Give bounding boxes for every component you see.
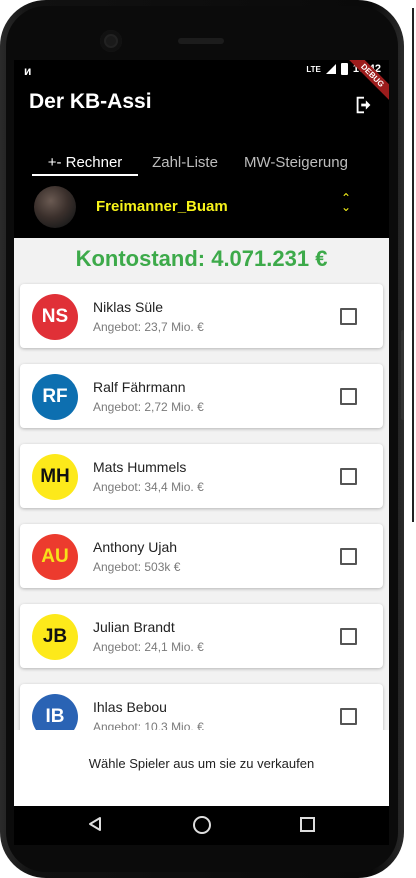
- player-name: Mats Hummels: [93, 459, 187, 475]
- battery-icon: [340, 63, 348, 75]
- player-name: Anthony Ujah: [93, 539, 178, 555]
- tab-rechner[interactable]: +- Rechner: [32, 154, 138, 171]
- player-offer: Angebot: 503k €: [93, 560, 181, 574]
- app-notification-icon: ᴎ: [24, 64, 32, 78]
- player-offer: Angebot: 24,1 Mio. €: [93, 640, 204, 654]
- sell-hint-panel: Wähle Spieler aus um sie zu verkaufen: [14, 730, 389, 806]
- system-nav-bar: [14, 806, 389, 845]
- status-bar: ᴎ LTE 10:42 DEBUG: [14, 60, 389, 111]
- divider-line: [412, 8, 414, 522]
- camera-icon: [100, 30, 122, 52]
- sell-hint-text: Wähle Spieler aus um sie zu verkaufen: [88, 756, 315, 771]
- player-name: Ralf Fährmann: [93, 379, 186, 395]
- account-balance: Kontostand: 4.071.231 €: [75, 246, 328, 271]
- player-card[interactable]: NS Niklas Süle Angebot: 23,7 Mio. €: [20, 284, 383, 348]
- team-name: Freimanner_Buam: [96, 198, 228, 215]
- app-bar: Der KB-Assi: [14, 82, 389, 126]
- sell-checkbox[interactable]: [340, 388, 357, 405]
- player-card[interactable]: AU Anthony Ujah Angebot: 503k €: [20, 524, 383, 588]
- player-avatar: NS: [32, 294, 78, 340]
- network-type: LTE: [306, 64, 321, 74]
- speaker-grille: [178, 38, 224, 44]
- player-card[interactable]: JB Julian Brandt Angebot: 24,1 Mio. €: [20, 604, 383, 668]
- main-content: Kontostand: 4.071.231 € NS Niklas Süle Ang…: [14, 238, 389, 730]
- sell-checkbox[interactable]: [340, 548, 357, 565]
- app-title: Der KB-Assi: [29, 90, 152, 113]
- sell-checkbox[interactable]: [340, 308, 357, 325]
- tab-mw-steigerung[interactable]: MW-Steigerung: [236, 154, 356, 171]
- player-offer: Angebot: 10,3 Mio. €: [93, 720, 204, 730]
- side-button: [401, 330, 404, 420]
- player-name: Julian Brandt: [93, 619, 175, 635]
- player-offer: Angebot: 34,4 Mio. €: [93, 480, 204, 494]
- tab-zahl-liste[interactable]: Zahl-Liste: [144, 154, 226, 171]
- sell-checkbox[interactable]: [340, 468, 357, 485]
- player-name: Ihlas Bebou: [93, 699, 167, 715]
- player-card[interactable]: IB Ihlas Bebou Angebot: 10,3 Mio. €: [20, 684, 383, 730]
- chevron-up-down-icon[interactable]: ⌃ ⌄: [340, 192, 352, 213]
- player-avatar: AU: [32, 534, 78, 580]
- signal-icon: [325, 64, 336, 74]
- player-avatar: MH: [32, 454, 78, 500]
- page-margin: [404, 0, 416, 878]
- player-avatar: IB: [32, 694, 78, 730]
- team-avatar: [34, 186, 76, 228]
- player-card[interactable]: MH Mats Hummels Angebot: 34,4 Mio. €: [20, 444, 383, 508]
- logout-icon[interactable]: [353, 94, 375, 116]
- home-circle-icon[interactable]: [193, 816, 211, 834]
- player-offer: Angebot: 2,72 Mio. €: [93, 400, 204, 414]
- player-avatar: JB: [32, 614, 78, 660]
- recent-square-icon[interactable]: [300, 817, 315, 832]
- tab-bar: +- Rechner Zahl-Liste MW-Steigerung: [14, 148, 389, 178]
- player-name: Niklas Süle: [93, 299, 164, 315]
- back-triangle-icon[interactable]: [88, 816, 102, 832]
- player-avatar: RF: [32, 374, 78, 420]
- team-selector[interactable]: Freimanner_Buam ⌃ ⌄: [14, 180, 389, 236]
- app-screen: ᴎ LTE 10:42 DEBUG Der KB-Assi +- Rechner…: [14, 60, 389, 845]
- active-tab-indicator: [32, 174, 138, 176]
- phone-frame: ᴎ LTE 10:42 DEBUG Der KB-Assi +- Rechner…: [0, 0, 404, 878]
- player-card[interactable]: RF Ralf Fährmann Angebot: 2,72 Mio. €: [20, 364, 383, 428]
- player-offer: Angebot: 23,7 Mio. €: [93, 320, 204, 334]
- sell-checkbox[interactable]: [340, 708, 357, 725]
- sell-checkbox[interactable]: [340, 628, 357, 645]
